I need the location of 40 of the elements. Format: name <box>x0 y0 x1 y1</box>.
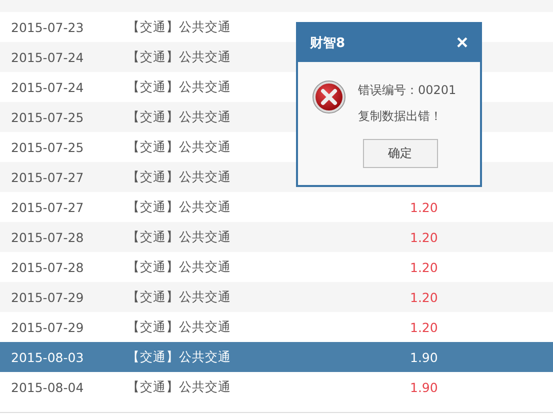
table-row[interactable]: 2015-08-03 【交通】公共交通 1.90 <box>0 342 553 372</box>
date-cell-text: 2015-08-04 <box>10 380 85 394</box>
amount-cell: 1.20 <box>410 290 438 304</box>
category-cell: 【交通】公共交通 <box>127 18 231 34</box>
category-cell: 【交通】公共交通 <box>127 228 231 244</box>
amount-cell: 1.20 <box>410 200 438 214</box>
date-cell-text: 2015-07-28 <box>10 260 85 274</box>
category-cell: 【交通】公共交通 <box>127 168 231 184</box>
amount-cell: 1.20 <box>410 320 438 334</box>
date-cell-text: 2015-08-03 <box>10 350 85 364</box>
date-cell-text: 2015-07-29 <box>10 320 85 334</box>
category-cell: 【交通】公共交通 <box>127 138 231 154</box>
date-cell-text: 2015-07-29 <box>10 290 85 304</box>
date-cell-text: 2015-07-25 <box>10 140 85 154</box>
category-cell: 【交通】公共交通 <box>127 288 231 304</box>
category-cell: 【交通】公共交通 <box>127 78 231 94</box>
category-cell: 【交通】公共交通 <box>127 378 231 394</box>
date-cell-text: 2015-07-27 <box>10 170 85 184</box>
date-cell-text: 2015-07-25 <box>10 110 85 124</box>
ok-button[interactable]: 确定 <box>362 139 438 168</box>
date-cell-text: 2015-07-27 <box>10 200 85 214</box>
date-cell-text: 2015-07-23 <box>10 20 85 34</box>
error-icon <box>312 80 346 114</box>
amount-cell: 1.20 <box>410 230 438 244</box>
category-cell: 【交通】公共交通 <box>127 198 231 214</box>
table-row[interactable]: 2015-07-28 【交通】公共交通 1.20 <box>0 222 553 252</box>
table-row[interactable]: 2015-07-29 【交通】公共交通 1.20 <box>0 282 553 312</box>
category-cell: 【交通】公共交通 <box>127 348 231 364</box>
date-cell-text: 2015-07-24 <box>10 80 85 94</box>
amount-cell: 1.90 <box>410 380 438 394</box>
category-cell: 【交通】公共交通 <box>127 258 231 274</box>
category-cell: 【交通】公共交通 <box>127 318 231 334</box>
error-message: 错误编号：00201 <box>358 82 456 99</box>
date-cell-text: 2015-07-28 <box>10 230 85 244</box>
category-cell: 【交通】公共交通 <box>127 108 231 124</box>
error-message: 复制数据出错！ <box>358 108 443 125</box>
amount-cell: 1.20 <box>410 260 438 274</box>
category-cell: 【交通】公共交通 <box>127 48 231 64</box>
date-cell-text: 2015-07-24 <box>10 50 85 64</box>
amount-cell: 1.90 <box>410 350 438 364</box>
